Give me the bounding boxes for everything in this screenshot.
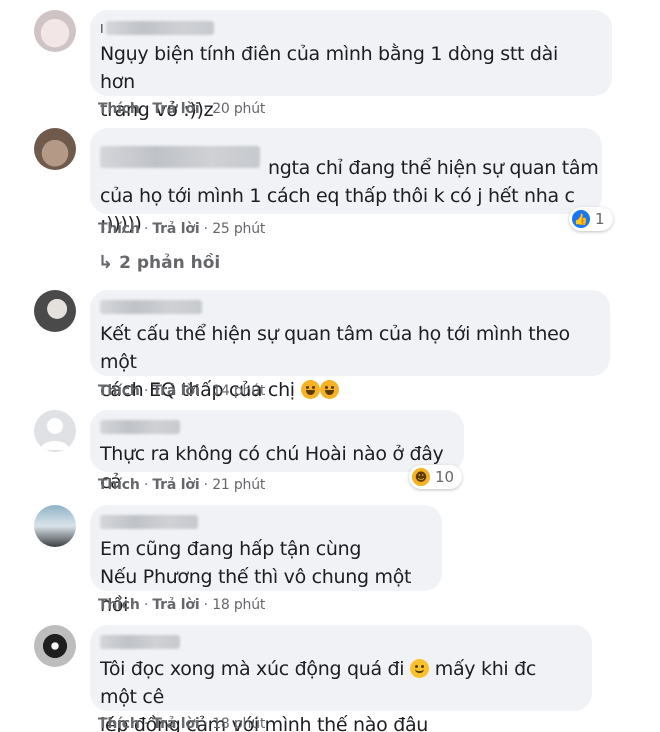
reply-button[interactable]: Trả lời xyxy=(152,477,199,493)
comment-actions: Thích · Trả lời · 25 phút xyxy=(98,221,265,237)
separator: · xyxy=(199,383,213,399)
like-button[interactable]: Thích xyxy=(98,597,140,613)
separator: · xyxy=(199,716,213,732)
like-icon: 👍 xyxy=(572,210,590,228)
separator: · xyxy=(199,597,213,613)
avatar[interactable] xyxy=(34,290,76,332)
reaction-count: 10 xyxy=(435,468,455,486)
separator: · xyxy=(139,477,153,493)
avatar[interactable] xyxy=(34,505,76,547)
reply-arrow-icon: ↳ xyxy=(98,252,114,273)
author-name-blurred[interactable] xyxy=(100,515,198,529)
like-button[interactable]: Thích xyxy=(98,383,140,399)
separator: · xyxy=(199,477,213,493)
timestamp[interactable]: 20 phút xyxy=(212,101,265,117)
reply-button[interactable]: Trả lời xyxy=(152,383,199,399)
reply-button[interactable]: Trả lời xyxy=(152,221,199,237)
author-initial: I xyxy=(100,20,104,36)
comment-bubble: Tôi đọc xong mà xúc động quá đi mấy khi … xyxy=(90,625,592,732)
like-button[interactable]: Thích xyxy=(98,477,140,493)
separator: · xyxy=(139,716,153,732)
author-name-blurred[interactable] xyxy=(100,420,180,434)
comment-bubble: Kết cấu thể hiện sự quan tâm của họ tới … xyxy=(90,290,610,401)
comment-bubble: Em cũng đang hấp tận cùng Nếu Phương thế… xyxy=(90,505,442,616)
separator: · xyxy=(139,597,153,613)
timestamp[interactable]: 25 phút xyxy=(212,221,265,237)
comment-actions: Thích · Trả lời · 14 phút xyxy=(98,383,265,399)
comment-actions: Thích · Trả lời · 21 phút xyxy=(98,477,265,493)
avatar[interactable] xyxy=(34,625,76,667)
like-button[interactable]: Thích xyxy=(98,716,140,732)
comment-text-part: Tôi đọc xong mà xúc động quá đi xyxy=(100,658,411,680)
author-name-blurred[interactable] xyxy=(100,300,202,314)
laughing-emoji xyxy=(319,380,339,399)
timestamp[interactable]: 18 phút xyxy=(212,716,265,732)
like-button[interactable]: Thích xyxy=(98,221,140,237)
reply-button[interactable]: Trả lời xyxy=(152,716,199,732)
author-name-blurred[interactable] xyxy=(105,21,214,35)
comment-actions: Thích · Trả lời · 18 phút xyxy=(98,597,265,613)
comment-actions: Thích · Trả lời · 18 phút xyxy=(98,716,265,732)
separator: · xyxy=(199,101,213,117)
separator: · xyxy=(139,383,153,399)
timestamp[interactable]: 18 phút xyxy=(212,597,265,613)
reaction-count: 1 xyxy=(595,210,605,228)
default-avatar-icon xyxy=(40,418,70,450)
timestamp[interactable]: 14 phút xyxy=(212,383,265,399)
timestamp[interactable]: 21 phút xyxy=(212,477,265,493)
comment-actions: Thích · Trả lời · 20 phút xyxy=(98,101,265,117)
view-replies-link[interactable]: ↳ 2 phản hồi xyxy=(98,252,220,273)
reply-button[interactable]: Trả lời xyxy=(152,597,199,613)
avatar[interactable] xyxy=(34,10,76,52)
separator: · xyxy=(139,101,153,117)
smile-emoji xyxy=(410,659,430,678)
replies-count: 2 phản hồi xyxy=(119,252,221,273)
comment-bubble: ngta chỉ đang thể hiện sự quan tâm của h… xyxy=(90,128,602,235)
author-name-blurred[interactable] xyxy=(100,635,180,649)
reaction-summary[interactable]: ☻ 10 xyxy=(409,465,463,489)
reaction-summary[interactable]: 👍 1 xyxy=(569,207,613,231)
like-button[interactable]: Thích xyxy=(98,101,140,117)
avatar[interactable] xyxy=(34,410,76,452)
avatar[interactable] xyxy=(34,128,76,170)
separator: · xyxy=(199,221,213,237)
haha-icon: ☻ xyxy=(412,468,430,486)
comment-bubble: I Ngụy biện tính điên của mình bằng 1 dò… xyxy=(90,10,612,121)
reply-button[interactable]: Trả lời xyxy=(152,101,199,117)
separator: · xyxy=(139,221,153,237)
comment-bubble: Thực ra không có chú Hoài nào ở đây cả xyxy=(90,410,464,493)
laughing-emoji xyxy=(300,380,320,399)
